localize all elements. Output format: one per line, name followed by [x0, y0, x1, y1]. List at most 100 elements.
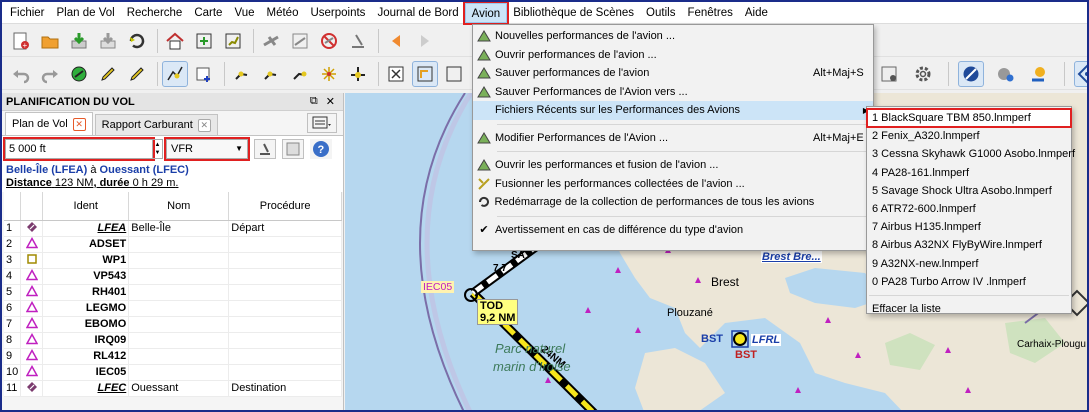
menu-open-merge-performance[interactable]: Ouvrir les performances et fusion de l'a… — [473, 156, 873, 175]
sparkle-icon[interactable] — [316, 61, 342, 87]
menu-restart-collection[interactable]: Redémarrage de la collection de performa… — [473, 193, 873, 212]
menu-fichier[interactable]: Fichier — [4, 3, 51, 23]
recent-file-6[interactable]: 6 ATR72-600.lnmperf — [867, 200, 1071, 218]
departure-icon[interactable] — [345, 61, 371, 87]
route-leg2-icon[interactable] — [258, 61, 284, 87]
map-mode2-icon[interactable] — [441, 61, 467, 87]
route-leg-icon[interactable] — [229, 61, 255, 87]
table-row[interactable]: 6 LEGMO — [4, 300, 342, 317]
recent-file-5[interactable]: 5 Savage Shock Ultra Asobo.lnmperf — [867, 182, 1071, 200]
reload-icon[interactable] — [124, 28, 150, 54]
col-procedure[interactable]: Procédure — [228, 192, 342, 221]
airspace-icon[interactable] — [1074, 61, 1087, 87]
tab-plan-de-vol[interactable]: Plan de Vol ✕ — [5, 112, 93, 135]
route-icon[interactable] — [220, 28, 246, 54]
menu-save-performance-as[interactable]: Sauver Performances de l'Avion vers ... — [473, 83, 873, 102]
wind-gauge-icon[interactable] — [992, 61, 1018, 87]
menu-new-performance[interactable]: Nouvelles performances de l'avion ... — [473, 27, 873, 46]
help-button[interactable]: ? — [310, 138, 332, 159]
flight-rules-select[interactable]: VFR ▼ — [164, 136, 250, 161]
menu-vue[interactable]: Vue — [228, 3, 260, 23]
undo-icon[interactable] — [8, 61, 34, 87]
menu-outils[interactable]: Outils — [640, 3, 681, 23]
recent-file-2[interactable]: 2 Fenix_A320.lnmperf — [867, 127, 1071, 145]
add-waypoint-icon[interactable] — [191, 61, 217, 87]
map-label-sa: SA — [511, 250, 525, 261]
recent-file-3[interactable]: 3 Cessna Skyhawk G1000 Asobo.lnmperf — [867, 145, 1075, 163]
menu-plan-de-vol[interactable]: Plan de Vol — [51, 3, 121, 23]
plan-settings-button[interactable] — [282, 138, 304, 159]
direct-to-icon[interactable] — [66, 61, 92, 87]
airplane-icon[interactable] — [258, 28, 284, 54]
altitude-input[interactable]: 5 000 ft — [3, 136, 155, 161]
gear-icon[interactable] — [910, 61, 936, 87]
save-as-icon[interactable] — [95, 28, 121, 54]
altitude-spinner[interactable]: ▲ ▼ — [153, 138, 163, 159]
recent-file-8[interactable]: 8 Airbus A32NX FlyByWire.lnmperf — [867, 236, 1071, 254]
recent-file-0[interactable]: 0 PA28 Turbo Arrow IV .lnmperf — [867, 273, 1071, 291]
clear-icon[interactable] — [345, 28, 371, 54]
menu-open-performance[interactable]: Ouvrir performances de l'avion ... — [473, 46, 873, 65]
menu-merge-collected[interactable]: Fusionner les performances collectées de… — [473, 175, 873, 194]
recent-file-4[interactable]: 4 PA28-161.lnmperf — [867, 164, 1071, 182]
clear-recent-list[interactable]: Effacer la liste — [867, 300, 1071, 318]
menu-edit-performance[interactable]: Modifier Performances de l'Avion ... Alt… — [473, 129, 873, 148]
tab-rapport-carburant[interactable]: Rapport Carburant ✕ — [94, 114, 218, 135]
recent-file-7[interactable]: 7 Airbus H135.lnmperf — [867, 218, 1071, 236]
no-entry-icon[interactable] — [958, 61, 984, 87]
table-row[interactable]: 1 LFEA Belle-Île Départ — [4, 220, 342, 237]
table-row[interactable]: 5 RH401 — [4, 284, 342, 301]
float-panel-icon[interactable]: ⧉ — [310, 95, 318, 108]
menu-recent-performance-files[interactable]: Fichiers Récents sur les Performances de… — [473, 101, 873, 120]
recent-file-9[interactable]: 9 A32NX-new.lnmperf — [867, 255, 1071, 273]
close-tab2-icon[interactable]: ✕ — [197, 118, 211, 132]
edit-icon[interactable] — [95, 61, 121, 87]
weather-icon[interactable] — [1026, 61, 1052, 87]
flight-plan-mode-icon[interactable] — [162, 60, 188, 87]
redo-icon[interactable] — [37, 61, 63, 87]
zoom-fit-icon[interactable] — [383, 61, 409, 87]
center-icon[interactable] — [191, 28, 217, 54]
menu-userpoints[interactable]: Userpoints — [304, 3, 371, 23]
panel-menu-button[interactable] — [307, 113, 337, 133]
screenshot-icon[interactable] — [876, 61, 902, 87]
save-icon[interactable] — [66, 28, 92, 54]
menu-bibliotheque[interactable]: Bibliothèque de Scènes — [507, 3, 640, 23]
menu-fenetres[interactable]: Fenêtres — [681, 3, 738, 23]
table-row[interactable]: 2 ADSET — [4, 236, 342, 253]
back-nav-icon[interactable] — [383, 28, 409, 54]
menu-edit-performance-label: Modifier Performances de l'Avion ... — [495, 131, 669, 144]
table-row[interactable]: 4 VP543 — [4, 268, 342, 285]
table-row[interactable]: 9 RL412 — [4, 348, 342, 365]
table-row[interactable]: 8 IRQ09 — [4, 332, 342, 349]
route-leg3-icon[interactable] — [287, 61, 313, 87]
edit-plan-button[interactable] — [254, 138, 276, 159]
waypoint-triangle-icon — [20, 300, 44, 317]
menu-carte[interactable]: Carte — [188, 3, 228, 23]
close-panel-icon[interactable]: ✕ — [326, 95, 335, 108]
table-row[interactable]: 10 IEC05 — [4, 364, 342, 381]
col-ident[interactable]: Ident — [42, 192, 130, 221]
map-mode-icon[interactable] — [412, 60, 438, 87]
table-row[interactable]: 7 EBOMO — [4, 316, 342, 333]
menu-meteo[interactable]: Météo — [261, 3, 305, 23]
airport-lfrl-symbol[interactable] — [733, 332, 747, 346]
col-nom[interactable]: Nom — [128, 192, 230, 221]
table-row[interactable]: 11 LFEC Ouessant Destination — [4, 380, 342, 397]
menu-journal-de-bord[interactable]: Journal de Bord — [371, 3, 464, 23]
airplane-frame-icon[interactable] — [287, 28, 313, 54]
menu-type-warning[interactable]: ✔ Avertissement en cas de différence du … — [473, 221, 873, 240]
close-tab-icon[interactable]: ✕ — [72, 117, 86, 131]
open-folder-icon[interactable] — [37, 28, 63, 54]
new-flightplan-icon[interactable]: + — [8, 28, 34, 54]
menu-recherche[interactable]: Recherche — [121, 3, 189, 23]
delete-airplane-icon[interactable] — [316, 28, 342, 54]
menu-save-performance[interactable]: Sauver performances de l'avion Alt+Maj+S — [473, 64, 873, 83]
menu-avion[interactable]: Avion — [462, 2, 510, 25]
forward-nav-icon[interactable] — [412, 28, 438, 54]
edit2-icon[interactable] — [124, 61, 150, 87]
menu-aide[interactable]: Aide — [739, 3, 774, 23]
home-icon[interactable] — [162, 28, 188, 54]
table-row[interactable]: 3 WP1 — [4, 252, 342, 269]
recent-file-1[interactable]: 1 BlackSquare TBM 850.lnmperf — [866, 107, 1072, 129]
